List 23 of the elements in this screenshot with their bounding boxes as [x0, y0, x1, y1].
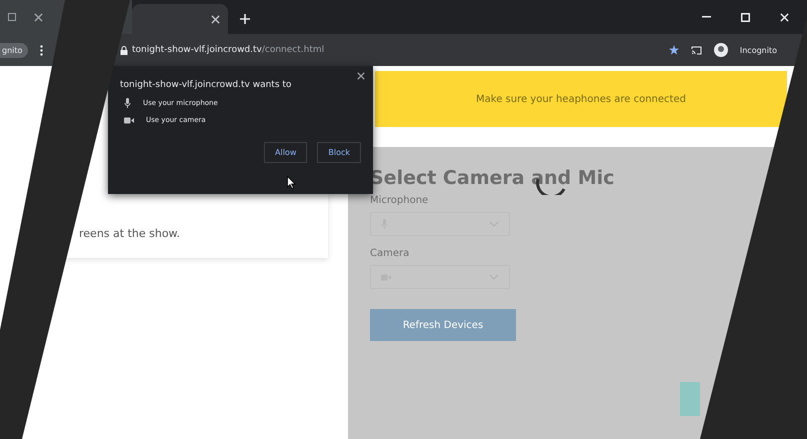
avatar-icon[interactable] — [714, 43, 728, 57]
popup-button[interactable]: Allow — [264, 142, 308, 163]
profile-label[interactable]: gnito — [0, 42, 28, 58]
field-label: Microphone — [370, 195, 428, 206]
microphone-icon — [124, 98, 131, 108]
close-icon[interactable] — [211, 14, 220, 24]
plus-icon[interactable] — [240, 14, 250, 24]
camera-icon — [124, 116, 134, 124]
minimize-icon[interactable] — [702, 16, 711, 18]
popup-title: tonight-show-vlf.joincrowd.tv wants to — [120, 80, 292, 90]
cursor-icon — [287, 176, 296, 189]
address-bar[interactable]: tonight-show-vlf.joincrowd.tv/connect.html — [120, 45, 324, 55]
lock-icon — [120, 46, 128, 54]
card-text: reens at the show. — [79, 227, 182, 240]
profile-label[interactable]: Incognito — [740, 46, 777, 54]
kebab-menu-icon[interactable] — [40, 44, 44, 56]
popup-button[interactable]: Block — [317, 142, 361, 163]
section-title: Select Camera and Mic — [370, 167, 614, 189]
star-icon[interactable] — [668, 45, 679, 55]
notice-banner: Make sure your heaphones are connected — [375, 71, 787, 127]
cast-icon[interactable] — [690, 46, 702, 54]
field-label: Camera — [370, 248, 410, 259]
close-icon[interactable] — [357, 72, 365, 80]
